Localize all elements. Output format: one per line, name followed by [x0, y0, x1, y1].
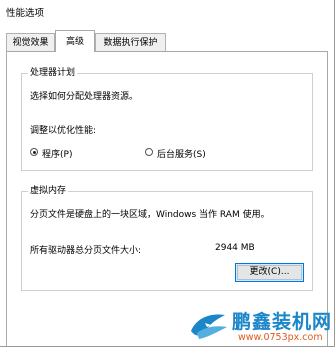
change-button[interactable]: 更改(C)... [235, 263, 304, 282]
tab-advanced[interactable]: 高级 [55, 30, 95, 52]
background-services-radio[interactable] [145, 148, 153, 156]
processor-scheduling-title: 处理器计划 [28, 67, 78, 79]
background-services-radio-label[interactable]: 后台服务(S) [157, 147, 206, 160]
virtual-memory-title: 虚拟内存 [28, 185, 69, 197]
paging-file-description: 分页文件是硬盘上的一块区域，Windows 当作 RAM 使用。 [30, 210, 270, 220]
processor-scheduling-description: 选择如何分配处理器资源。 [30, 92, 139, 102]
watermark-url: www.0753px.com [238, 332, 323, 343]
programs-radio[interactable] [30, 148, 38, 156]
tab-data-execution-prevention[interactable]: 数据执行保护 [95, 33, 166, 51]
total-paging-file-label: 所有驱动器总分页文件大小: [30, 246, 142, 256]
total-paging-file-value: 2944 MB [215, 243, 255, 253]
performance-options-window: 性能选项 视觉效果 高级 数据执行保护 处理器计划 选择如何分配处理器资源。 调… [0, 0, 335, 347]
programs-radio-label[interactable]: 程序(P) [42, 147, 72, 160]
watermark-logo-icon [191, 314, 227, 339]
window-title: 性能选项 [6, 8, 45, 19]
change-button-label: 更改(C)... [249, 267, 290, 277]
tab-visual-effects[interactable]: 视觉效果 [6, 33, 55, 51]
optimize-performance-label: 调整以优化性能: [30, 126, 97, 136]
watermark: 鹏鑫装机网 www.0753px.com [187, 307, 335, 347]
watermark-name: 鹏鑫装机网 [232, 311, 333, 333]
